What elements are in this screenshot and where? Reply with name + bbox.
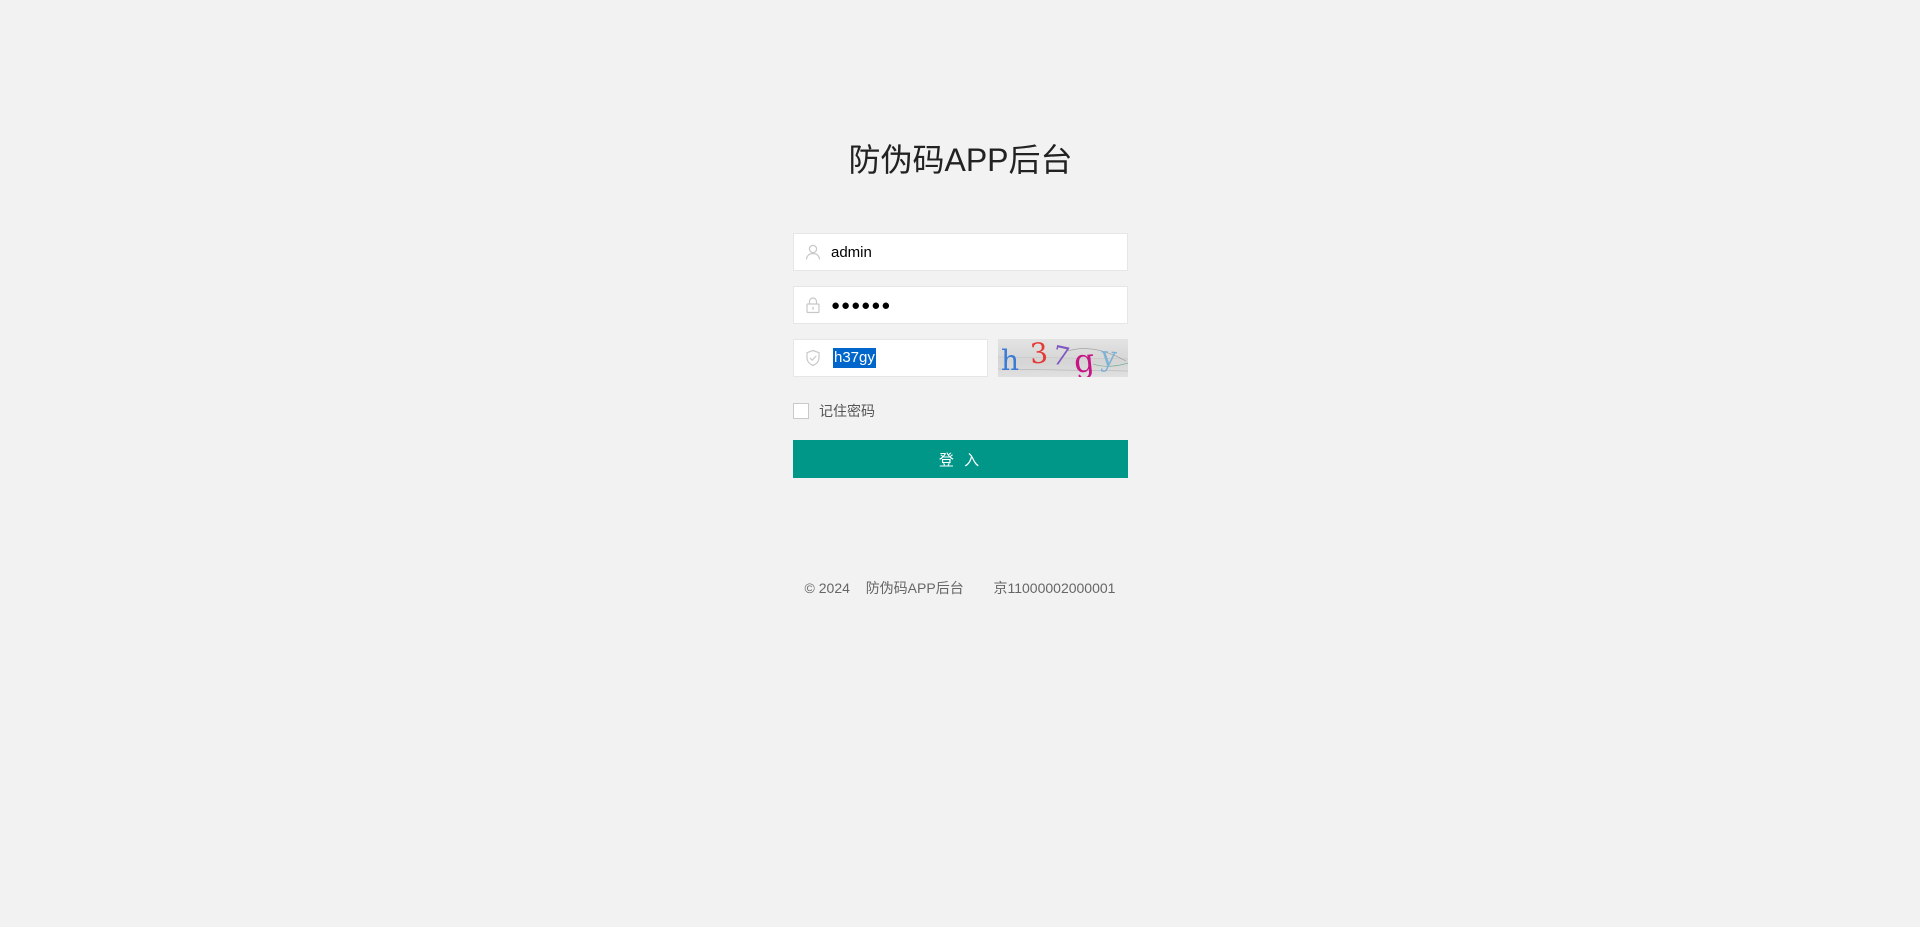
page-title: 防伪码APP后台 (848, 142, 1073, 178)
username-field[interactable] (793, 233, 1128, 271)
footer: © 2024 防伪码APP后台 京11000002000001 (0, 578, 1920, 598)
lock-icon (804, 296, 822, 314)
username-input[interactable] (831, 234, 1116, 270)
footer-site-name: 防伪码APP后台 (865, 580, 964, 596)
captcha-char: 3 (1029, 339, 1049, 371)
remember-password[interactable]: 记住密码 (793, 401, 875, 421)
captcha-image[interactable]: h37gy (998, 339, 1128, 377)
password-field[interactable] (793, 286, 1128, 324)
captcha-char: h (1001, 344, 1019, 377)
login-button[interactable]: 登 入 (793, 440, 1128, 478)
captcha-char: y (1099, 339, 1118, 373)
password-input[interactable] (831, 287, 1116, 323)
remember-label: 记住密码 (819, 403, 875, 419)
remember-checkbox[interactable] (793, 403, 809, 419)
captcha-char: g (1072, 341, 1096, 377)
captcha-field[interactable]: h37gy (793, 339, 988, 377)
footer-icp[interactable]: 京11000002000001 (993, 578, 1115, 598)
captcha-svg: h37gy (998, 339, 1128, 377)
footer-copyright: © 2024 (804, 580, 850, 596)
captcha-input-selection: h37gy (833, 348, 876, 368)
shield-icon (804, 349, 822, 367)
user-icon (804, 243, 822, 261)
captcha-char: 7 (1050, 341, 1072, 374)
